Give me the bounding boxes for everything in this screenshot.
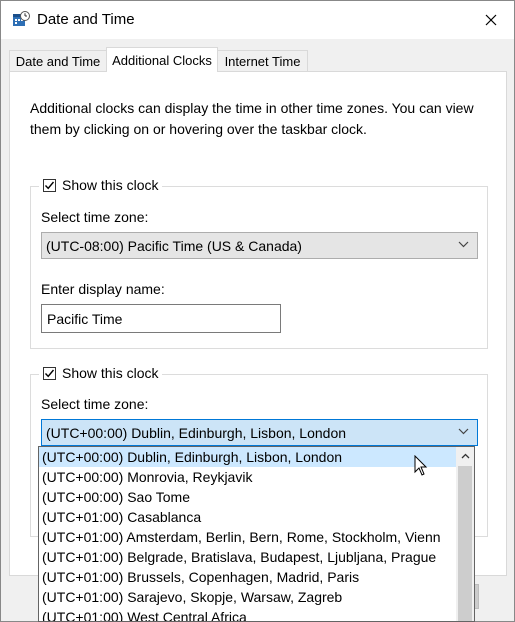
description-text: Additional clocks can display the time i… bbox=[30, 100, 474, 137]
mouse-pointer-icon bbox=[414, 455, 428, 476]
timezone-option[interactable]: (UTC+00:00) Monrovia, Reykjavik bbox=[39, 467, 457, 487]
clock1-show-checkbox-row[interactable]: Show this clock bbox=[39, 177, 163, 193]
clock2-timezone-value: (UTC+00:00) Dublin, Edinburgh, Lisbon, L… bbox=[46, 424, 347, 441]
tab-additional-clocks[interactable]: Additional Clocks bbox=[106, 47, 218, 72]
dropdown-scrollbar[interactable] bbox=[456, 447, 474, 621]
clock-app-icon bbox=[12, 11, 30, 29]
clock2-show-label: Show this clock bbox=[62, 365, 159, 381]
timezone-option[interactable]: (UTC+01:00) West Central Africa bbox=[39, 607, 457, 621]
clock1-display-name-label: Enter display name: bbox=[41, 281, 165, 297]
chevron-down-icon bbox=[458, 241, 469, 248]
chevron-down-icon bbox=[458, 428, 469, 435]
checkmark-icon bbox=[44, 369, 55, 377]
clock1-display-name-value: Pacific Time bbox=[47, 310, 123, 327]
scroll-up-button[interactable] bbox=[456, 447, 474, 465]
window-title: Date and Time bbox=[37, 11, 135, 28]
title-bar: Date and Time bbox=[1, 1, 514, 39]
timezone-option[interactable]: (UTC+01:00) Sarajevo, Skopje, Warsaw, Za… bbox=[39, 587, 457, 607]
checkmark-icon bbox=[44, 181, 55, 189]
clock2-checkbox[interactable] bbox=[43, 366, 56, 380]
clock1-timezone-combo[interactable]: (UTC-08:00) Pacific Time (US & Canada) bbox=[41, 232, 478, 259]
clock1-group: Show this clock Select time zone: (UTC-0… bbox=[30, 177, 488, 349]
clock1-timezone-label: Select time zone: bbox=[41, 209, 149, 225]
timezone-option[interactable]: (UTC+00:00) Sao Tome bbox=[39, 487, 457, 507]
chevron-up-icon bbox=[461, 453, 469, 459]
clock2-show-checkbox-row[interactable]: Show this clock bbox=[39, 365, 163, 381]
timezone-option[interactable]: (UTC+01:00) Belgrade, Bratislava, Budape… bbox=[39, 547, 457, 567]
clock1-show-label: Show this clock bbox=[62, 177, 159, 193]
clock1-display-name-input[interactable]: Pacific Time bbox=[41, 304, 281, 333]
clock1-timezone-value: (UTC-08:00) Pacific Time (US & Canada) bbox=[46, 237, 302, 254]
timezone-option[interactable]: (UTC+01:00) Amsterdam, Berlin, Bern, Rom… bbox=[39, 527, 457, 547]
tab-date-and-time[interactable]: Date and Time bbox=[9, 50, 107, 71]
close-icon bbox=[485, 14, 497, 26]
close-button[interactable] bbox=[468, 1, 514, 39]
clock1-checkbox[interactable] bbox=[43, 178, 56, 192]
scroll-thumb[interactable] bbox=[458, 466, 472, 621]
timezone-option[interactable]: (UTC+00:00) Dublin, Edinburgh, Lisbon, L… bbox=[39, 447, 457, 467]
tab-internet-time[interactable]: Internet Time bbox=[217, 50, 308, 71]
clock2-timezone-combo[interactable]: (UTC+00:00) Dublin, Edinburgh, Lisbon, L… bbox=[41, 419, 478, 446]
timezone-option[interactable]: (UTC+01:00) Casablanca bbox=[39, 507, 457, 527]
timezone-option[interactable]: (UTC+01:00) Brussels, Copenhagen, Madrid… bbox=[39, 567, 457, 587]
timezone-dropdown-list[interactable]: (UTC+00:00) Dublin, Edinburgh, Lisbon, L… bbox=[38, 446, 475, 622]
tab-strip: Date and Time Additional Clocks Internet… bbox=[9, 47, 507, 72]
clock2-timezone-label: Select time zone: bbox=[41, 396, 149, 412]
